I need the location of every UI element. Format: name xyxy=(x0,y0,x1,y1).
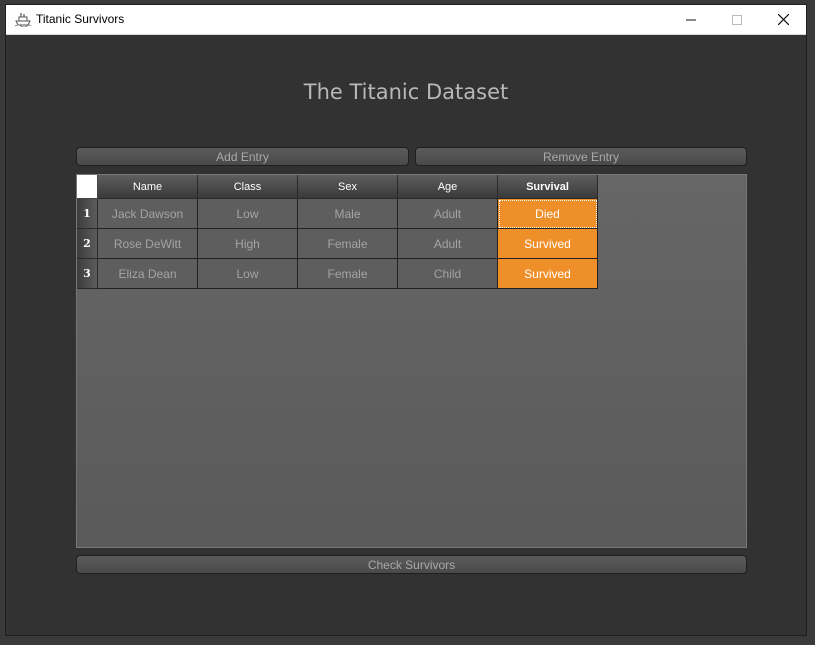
table-cell-sex[interactable]: Female xyxy=(298,229,398,259)
table-cell-name[interactable]: Jack Dawson xyxy=(98,199,198,229)
add-entry-button[interactable]: Add Entry xyxy=(76,147,409,166)
row-header[interactable]: 3 xyxy=(77,259,98,289)
column-header-name[interactable]: Name xyxy=(98,175,198,199)
table-cell-survival[interactable]: Survived xyxy=(498,259,598,289)
table-cell-survival[interactable]: Died xyxy=(498,199,598,229)
page-title: The Titanic Dataset xyxy=(303,80,509,104)
column-header-class[interactable]: Class xyxy=(198,175,298,199)
maximize-icon xyxy=(732,14,742,25)
app-window: Titanic Survivors The Titanic Dataset Ad… xyxy=(6,5,806,635)
title-bar[interactable]: Titanic Survivors xyxy=(6,5,806,35)
maximize-button[interactable] xyxy=(714,5,760,34)
check-survivors-button[interactable]: Check Survivors xyxy=(76,555,747,574)
table-cell-survival[interactable]: Survived xyxy=(498,229,598,259)
table-corner-select-all[interactable] xyxy=(77,175,98,199)
row-header[interactable]: 1 xyxy=(77,199,98,229)
table-cell-age[interactable]: Adult xyxy=(398,199,498,229)
table-cell-name[interactable]: Eliza Dean xyxy=(98,259,198,289)
table-cell-sex[interactable]: Male xyxy=(298,199,398,229)
table-cell-name[interactable]: Rose DeWitt xyxy=(98,229,198,259)
row-header[interactable]: 2 xyxy=(77,229,98,259)
table-cell-sex[interactable]: Female xyxy=(298,259,398,289)
table-cell-class[interactable]: High xyxy=(198,229,298,259)
window-title: Titanic Survivors xyxy=(36,12,125,26)
table-cell-class[interactable]: Low xyxy=(198,199,298,229)
ship-icon xyxy=(14,13,32,27)
minimize-icon xyxy=(686,19,696,20)
data-table[interactable]: Name Class Sex Age Survival 1 Jack Dawso… xyxy=(76,174,747,548)
column-header-sex[interactable]: Sex xyxy=(298,175,398,199)
table-cell-class[interactable]: Low xyxy=(198,259,298,289)
column-header-age[interactable]: Age xyxy=(398,175,498,199)
remove-entry-button[interactable]: Remove Entry xyxy=(415,147,747,166)
table-cell-age[interactable]: Child xyxy=(398,259,498,289)
table-cell-age[interactable]: Adult xyxy=(398,229,498,259)
close-icon xyxy=(777,14,789,25)
minimize-button[interactable] xyxy=(668,5,714,34)
column-header-survival[interactable]: Survival xyxy=(498,175,598,199)
close-button[interactable] xyxy=(760,5,806,34)
main-panel: The Titanic Dataset Add Entry Remove Ent… xyxy=(6,35,806,635)
